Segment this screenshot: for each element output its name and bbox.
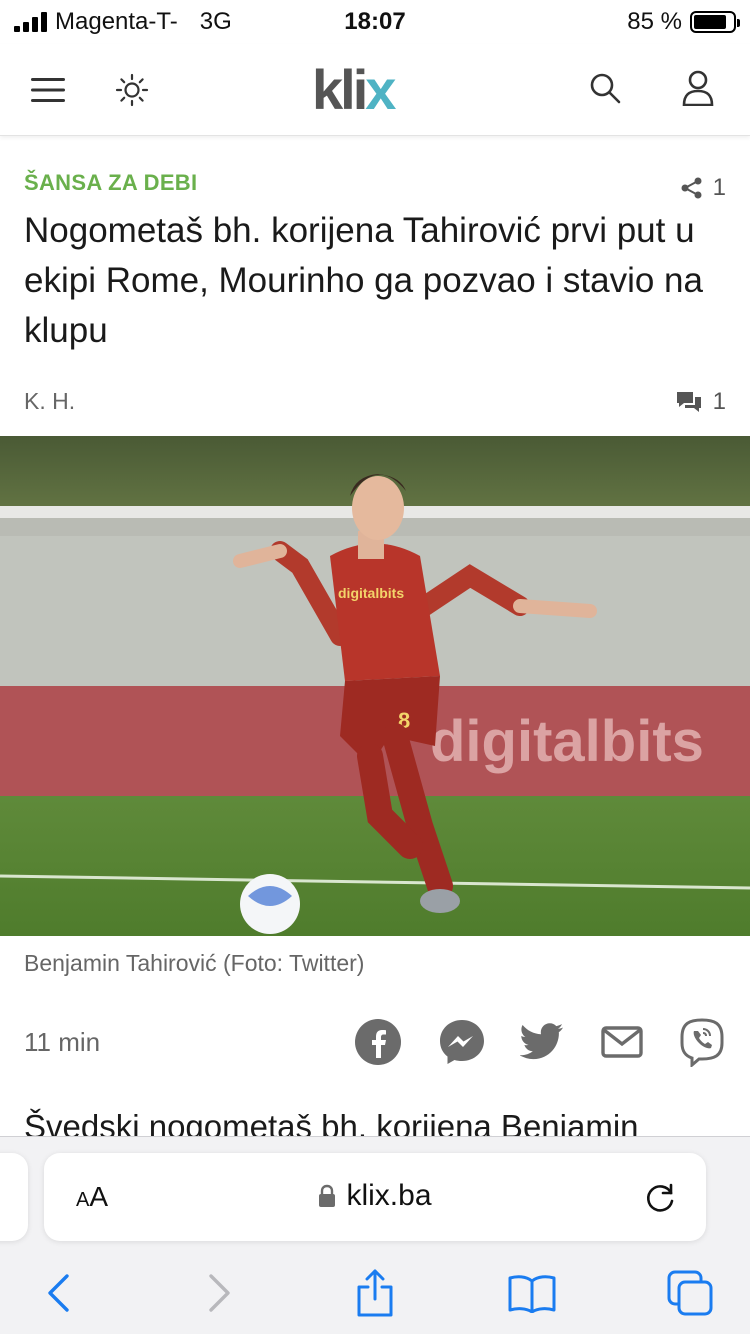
mail-icon[interactable] (597, 1017, 647, 1067)
bookmarks-icon[interactable] (502, 1263, 562, 1323)
facebook-icon[interactable] (353, 1017, 403, 1067)
article-author: K. H. (24, 388, 76, 414)
twitter-icon[interactable] (517, 1017, 567, 1067)
network-label: 3G (199, 8, 232, 35)
article-category[interactable]: ŠANSA ZA DEBI (24, 170, 197, 196)
forward-icon[interactable] (190, 1263, 250, 1323)
logo-text: kli (312, 58, 368, 121)
jersey-text: digitalbits (338, 585, 404, 601)
article-photo[interactable]: digitalbits digitalbits 8 (0, 436, 750, 936)
comment-count-value: 1 (712, 388, 726, 415)
safari-bottom-bar: AA klix.ba (0, 1136, 750, 1334)
address-bar[interactable]: AA klix.ba (44, 1153, 706, 1241)
share-row: 11 min (0, 1015, 750, 1069)
back-icon[interactable] (28, 1263, 88, 1323)
status-right: 85 % (627, 8, 740, 36)
search-icon[interactable] (575, 58, 635, 118)
site-header: kli x (0, 44, 750, 136)
battery-percent: 85 % (627, 8, 682, 35)
share-icon[interactable] (345, 1263, 405, 1323)
tabs-icon[interactable] (660, 1263, 720, 1323)
klix-logo[interactable]: kli x (312, 58, 396, 121)
photo-illustration: digitalbits digitalbits 8 (0, 436, 750, 936)
signal-icon (14, 12, 47, 32)
publish-time: 11 min (24, 1027, 101, 1057)
share-nodes-icon (681, 177, 702, 199)
viber-icon[interactable] (677, 1017, 727, 1067)
comment-counter[interactable]: 1 (675, 388, 726, 416)
status-bar: Magenta-T- 3G 18:07 85 % (0, 0, 750, 44)
logo-x: x (365, 58, 396, 121)
carrier-label: Magenta-T- (55, 8, 178, 35)
brightness-icon[interactable] (102, 60, 162, 120)
menu-icon[interactable] (18, 60, 78, 120)
share-count-value: 1 (712, 174, 726, 201)
url-display[interactable]: klix.ba (44, 1179, 706, 1213)
url-text: klix.ba (346, 1179, 432, 1212)
messenger-icon[interactable] (437, 1017, 487, 1067)
previous-tab-card[interactable] (0, 1153, 28, 1241)
photo-caption: Benjamin Tahirović (Foto: Twitter) (24, 950, 365, 976)
browser-toolbar (0, 1263, 750, 1323)
board-sponsor-text: digitalbits (430, 709, 704, 774)
user-icon[interactable] (668, 58, 728, 118)
share-counter[interactable]: 1 (681, 174, 726, 202)
battery-icon (690, 11, 740, 33)
reload-icon[interactable] (640, 1177, 680, 1217)
lock-icon (319, 1184, 336, 1207)
comments-icon (676, 392, 701, 412)
status-left: Magenta-T- 3G (14, 8, 232, 36)
article-headline: Nogometaš bh. korijena Tahirović prvi pu… (24, 211, 703, 350)
